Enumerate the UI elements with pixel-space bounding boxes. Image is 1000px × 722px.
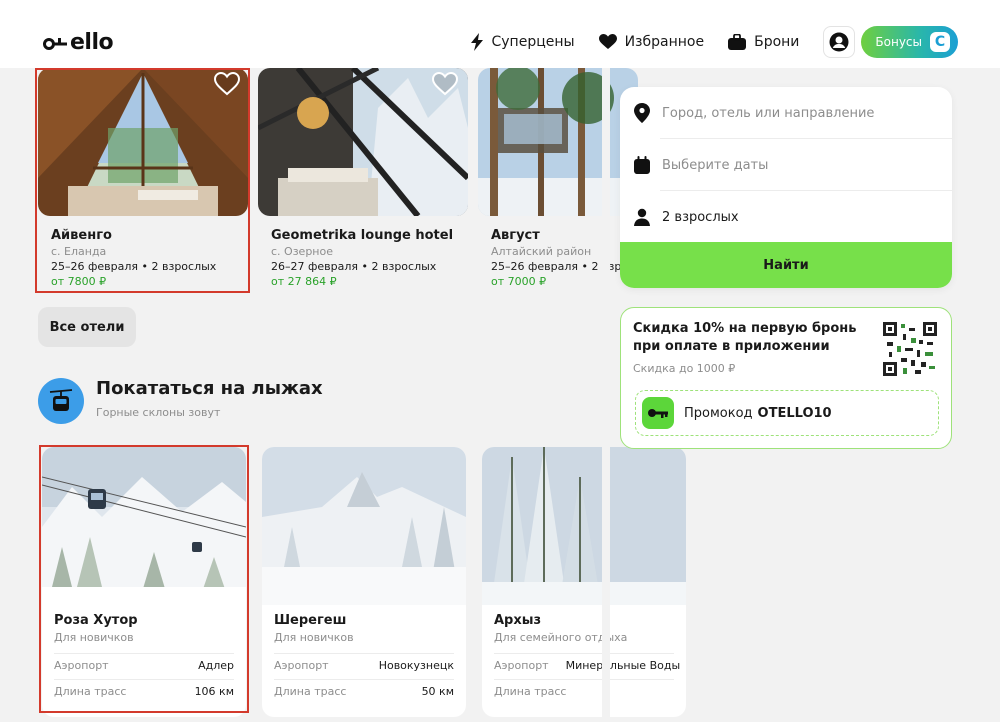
hotel-photo-geometrika[interactable] xyxy=(258,68,468,216)
hotel-dates: 26–27 февраля • 2 взрослых xyxy=(271,260,437,273)
nav-supersales-label: Суперцены xyxy=(491,34,575,50)
qr-code-icon[interactable] xyxy=(883,322,937,376)
section-subtitle: Горные склоны зовут xyxy=(96,406,221,419)
divider xyxy=(494,653,674,654)
heart-icon xyxy=(598,34,617,49)
ski-airport-row: Аэропорт Новокузнецк xyxy=(274,659,454,672)
logo-text: ello xyxy=(70,30,114,55)
divider xyxy=(494,679,674,680)
bonus-label: Бонусы xyxy=(875,35,922,49)
ski-resort-name: Шерегеш xyxy=(274,613,347,628)
nav-bookings[interactable]: Брони xyxy=(728,34,799,50)
promo-title: Скидка 10% на первую бронь при оплате в … xyxy=(633,321,857,354)
ski-resort-name: Архыз xyxy=(494,613,542,628)
airport-value: Новокузнецк xyxy=(378,659,454,672)
bonus-button[interactable]: Бонусы C xyxy=(861,26,958,58)
nav-bookings-label: Брони xyxy=(754,34,800,50)
dates-input[interactable]: Выберите даты xyxy=(620,139,952,191)
dates-placeholder: Выберите даты xyxy=(662,157,769,173)
user-icon xyxy=(829,32,849,52)
ski-airport-row: Аэропорт Минеральные Воды xyxy=(494,659,680,672)
promo-code-label: Промокод xyxy=(684,405,753,421)
promo-subtitle: Скидка до 1000 ₽ xyxy=(633,362,736,375)
top-header: ello Суперцены Избранное Брони Бонусы C xyxy=(0,0,1000,68)
profile-button[interactable] xyxy=(823,26,856,58)
divider xyxy=(274,679,454,680)
person-icon xyxy=(634,208,650,226)
ski-card-arkhyz[interactable]: Архыз Для семейного отдыха Аэропорт Мине… xyxy=(482,447,686,717)
tracks-value: 50 км xyxy=(421,685,454,698)
destination-input[interactable]: Город, отель или направление xyxy=(620,87,952,139)
calendar-icon xyxy=(634,156,650,174)
airport-label: Аэропорт xyxy=(494,659,549,672)
guests-value: 2 взрослых xyxy=(662,209,739,225)
search-panel: Город, отель или направление Выберите да… xyxy=(620,87,952,288)
logo-key-icon xyxy=(43,36,69,50)
highlight-frame-hotel xyxy=(35,68,250,293)
lightning-icon xyxy=(470,33,483,51)
promo-banner: Скидка 10% на первую бронь при оплате в … xyxy=(620,307,952,449)
hotel-location: с. Озерное xyxy=(271,245,333,258)
cable-car-icon xyxy=(38,378,84,424)
bonus-badge-icon: C xyxy=(930,32,950,52)
tracks-label: Длина трасс xyxy=(494,685,567,698)
hotel-price: от 27 864 ₽ xyxy=(271,275,337,288)
favorite-heart-icon[interactable] xyxy=(432,72,458,96)
ski-card-sheregesh[interactable]: Шерегеш Для новичков Аэропорт Новокузнец… xyxy=(262,447,466,717)
ski-resort-audience: Для новичков xyxy=(274,631,354,644)
header-nav: Суперцены Избранное Брони Бонусы C xyxy=(470,26,958,58)
airport-value: Минеральные Воды xyxy=(565,659,681,672)
guests-input[interactable]: 2 взрослых xyxy=(620,191,952,243)
nav-favorites[interactable]: Избранное xyxy=(598,34,705,50)
content-clip xyxy=(602,68,610,722)
ski-tracks-row: Длина трасс xyxy=(494,685,674,698)
ski-tracks-row: Длина трасс 50 км xyxy=(274,685,454,698)
tracks-label: Длина трасс xyxy=(274,685,347,698)
hotel-photo-avgust[interactable] xyxy=(478,68,638,216)
all-hotels-button[interactable]: Все отели xyxy=(38,307,136,347)
promo-code-box[interactable]: Промокод OTELLO10 xyxy=(635,390,939,436)
suitcase-icon xyxy=(728,34,747,50)
destination-placeholder: Город, отель или направление xyxy=(662,105,875,121)
key-icon xyxy=(642,397,674,429)
promo-code-value: OTELLO10 xyxy=(757,405,832,421)
airport-label: Аэропорт xyxy=(274,659,329,672)
divider xyxy=(274,653,454,654)
hotel-name: Geometrika lounge hotel xyxy=(271,228,454,243)
ski-photo xyxy=(262,447,466,605)
section-title: Покататься на лыжах xyxy=(96,378,323,399)
ski-photo xyxy=(482,447,686,605)
nav-favorites-label: Избранное xyxy=(624,34,705,50)
otello-logo[interactable]: ello xyxy=(43,30,114,55)
nav-supersales[interactable]: Суперцены xyxy=(470,33,575,51)
find-button[interactable]: Найти xyxy=(620,242,952,288)
hotel-card-geometrika[interactable]: Geometrika lounge hotel с. Озерное 26–27… xyxy=(271,228,471,289)
highlight-frame-ski xyxy=(39,445,249,713)
location-pin-icon xyxy=(634,103,650,123)
